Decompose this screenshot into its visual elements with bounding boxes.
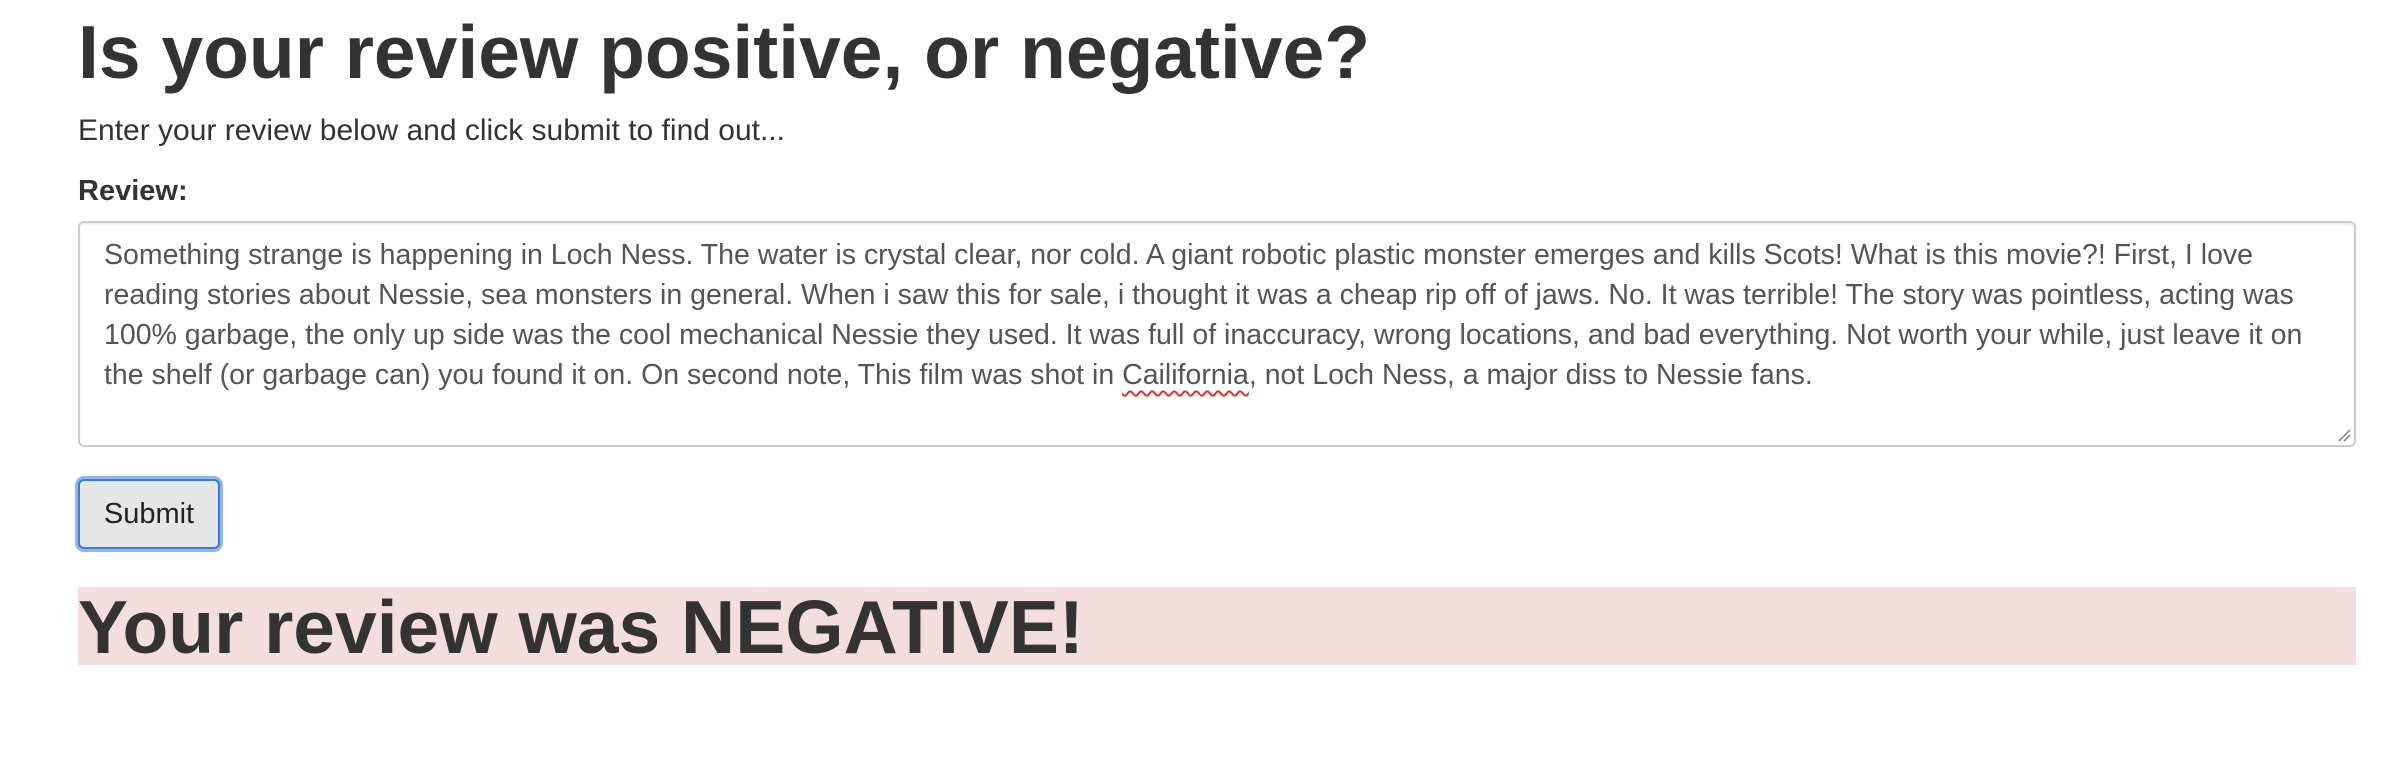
page-container: Is your review positive, or negative? En… — [0, 0, 2382, 762]
review-line: Something strange is happening in Loch N… — [104, 239, 2254, 271]
review-label: Review: — [78, 175, 188, 207]
review-line: 100% garbage, the only up side was the c… — [104, 319, 2303, 351]
misspelled-word: Cailifornia — [1122, 359, 1249, 391]
result-text: Your review was NEGATIVE! — [78, 585, 1084, 669]
submit-button[interactable]: Submit — [78, 479, 220, 549]
review-line-segment: the shelf (or garbage can) you found it … — [104, 359, 1123, 391]
review-textarea[interactable]: Something strange is happening in Loch N… — [78, 221, 2356, 447]
review-line-segment: , not Loch Ness, a major diss to Nessie … — [1248, 359, 1813, 391]
intro-text: Enter your review below and click submit… — [78, 114, 785, 147]
review-line: reading stories about Nessie, sea monste… — [104, 279, 2294, 311]
page-title: Is your review positive, or negative? — [78, 10, 1371, 94]
resize-grip-icon[interactable] — [2335, 426, 2351, 442]
review-text-content[interactable]: Something strange is happening in Loch N… — [104, 235, 2330, 395]
review-line: the shelf (or garbage can) you found it … — [104, 355, 2330, 395]
result-banner: Your review was NEGATIVE! — [78, 585, 2356, 669]
